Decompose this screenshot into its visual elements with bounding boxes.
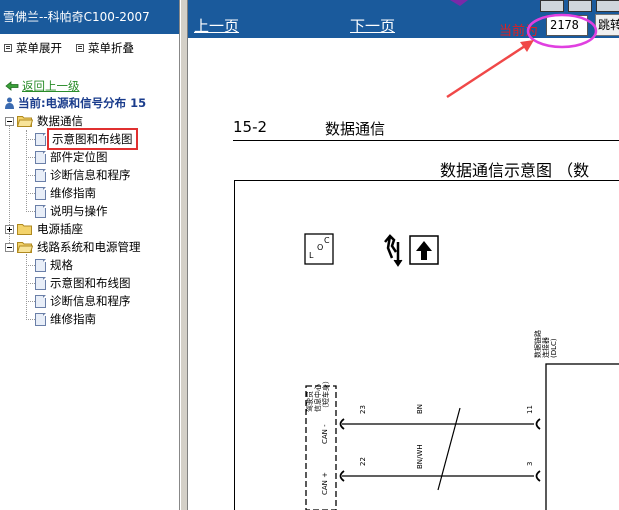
tree-item-wiring-diagnostics[interactable]: 诊断信息和程序 [19, 292, 131, 310]
tree-item-wiring-schematic[interactable]: 示意图和布线图 [19, 274, 131, 292]
tree-item-description[interactable]: 说明与操作 [19, 202, 108, 220]
twisted-pair-marker [437, 407, 461, 491]
current-page-label: 当前为 [499, 24, 539, 39]
svg-text:C: C [324, 236, 330, 245]
collapse-toggle-icon[interactable] [5, 242, 14, 252]
tree-item-label: 维修指南 [50, 186, 96, 200]
tree-item-label: 说明与操作 [50, 204, 108, 218]
tree-item-label: 诊断信息和程序 [50, 294, 131, 308]
jump-button[interactable]: 跳转 [595, 14, 619, 36]
back-link-label: 返回上一级 [22, 79, 80, 93]
document-icon [35, 294, 46, 308]
wiring-diagram: L O C 驾驶员 信息中心 （短车身） CAN - CAN + 数据链路 连接… [304, 233, 619, 510]
tree-item-label: 诊断信息和程序 [50, 168, 131, 182]
sidebar-title: 雪佛兰--科帕奇C100-2007 [0, 0, 179, 34]
back-arrow-icon [5, 81, 19, 91]
section-divider [233, 140, 619, 141]
section-number: 15-2 [233, 118, 268, 136]
svg-text:L: L [309, 251, 314, 260]
terminal-icon [535, 418, 541, 430]
tree-item-label: 部件定位图 [50, 150, 108, 164]
up-arrow-icon [409, 235, 439, 265]
document-icon [35, 168, 46, 182]
document-icon [35, 258, 46, 272]
pin-left-top: 23 [359, 405, 367, 414]
tree-folder-label: 电源插座 [37, 222, 83, 236]
document-icon [35, 150, 46, 164]
document-page: 15-2 数据通信 数据通信示意图 （数 L O C 驾驶员 信息中心 （短车身… [188, 38, 619, 510]
sidebar: 雪佛兰--科帕奇C100-2007 菜单展开 菜单折叠 返回上一级 当前:电源和… [0, 0, 180, 510]
folder-open-icon [16, 241, 34, 253]
document-icon [35, 276, 46, 290]
tree-item-label: 维修指南 [50, 312, 96, 326]
purple-marker-icon [450, 0, 468, 6]
tree-folder-label: 数据通信 [37, 114, 83, 128]
dlc-connector [545, 363, 619, 510]
tree-folder-power-socket[interactable]: 电源插座 [5, 220, 83, 238]
prev-page-link[interactable]: 上一页 [194, 15, 239, 36]
toolbar-tile-icon[interactable] [568, 0, 592, 12]
expand-all-label: 菜单展开 [16, 41, 62, 55]
terminal-icon [535, 470, 541, 482]
section-title: 数据通信 [325, 120, 386, 138]
pin-right-bottom: 3 [526, 462, 534, 466]
document-icon [35, 186, 46, 200]
folder-open-icon [16, 115, 34, 127]
expand-toggle-icon[interactable] [5, 224, 14, 234]
back-link[interactable]: 返回上一级 [5, 78, 80, 94]
document-icon [35, 204, 46, 218]
page-number-input[interactable]: 2178 [546, 15, 588, 36]
tree-folder-data-comm[interactable]: 数据通信 [5, 112, 83, 130]
toolbar-tile-icon[interactable] [540, 0, 564, 12]
tree-item-label: 示意图和布线图 [47, 128, 138, 150]
collapse-toggle-icon[interactable] [5, 116, 14, 126]
tree-item-component-locator[interactable]: 部件定位图 [19, 148, 108, 166]
pane-splitter[interactable] [180, 0, 188, 510]
tree-folder-label: 线路系统和电源管理 [37, 240, 141, 254]
document-icon [35, 312, 46, 326]
tree-item-label: 示意图和布线图 [50, 276, 131, 290]
page-nav-bar: 上一页 下一页 当前为 2178 跳转 [188, 0, 619, 39]
collapse-all-button[interactable]: 菜单折叠 [76, 40, 134, 56]
diagram-title: 数据通信示意图 （数 [440, 161, 590, 180]
can-plus-label: CAN + [321, 472, 329, 495]
toolbar-tile-icon[interactable] [596, 0, 619, 12]
menu-list-icon [4, 44, 12, 52]
wire-bottom-color: BN/WH [416, 444, 424, 469]
can-minus-label: CAN - [321, 424, 329, 444]
pin-right-top: 11 [526, 405, 534, 414]
wire-top-color: BN [416, 404, 424, 414]
tree-item-diagnostics[interactable]: 诊断信息和程序 [19, 166, 131, 184]
tree-item-label: 规格 [50, 258, 73, 272]
current-location-label: 当前:电源和信号分布 15 [18, 96, 147, 110]
expand-all-button[interactable]: 菜单展开 [4, 40, 62, 56]
current-location: 当前:电源和信号分布 15 [4, 95, 146, 111]
tree-item-specs[interactable]: 规格 [19, 256, 73, 274]
tree-folder-wiring[interactable]: 线路系统和电源管理 [5, 238, 141, 256]
locator-icon: L O C [304, 233, 334, 265]
repair-tool-icon [384, 234, 403, 267]
sidebar-toolbar: 菜单展开 菜单折叠 [0, 34, 179, 62]
pin-left-bottom: 22 [359, 457, 367, 466]
svg-text:O: O [317, 243, 323, 252]
right-module-label: 数据链路 连接器 (DLC) [533, 328, 558, 358]
document-icon [35, 132, 46, 146]
app-root: 雪佛兰--科帕奇C100-2007 菜单展开 菜单折叠 返回上一级 当前:电源和… [0, 0, 619, 510]
tree-item-schematic[interactable]: 示意图和布线图 [19, 128, 138, 150]
menu-list-icon [76, 44, 84, 52]
left-module-label: 驾驶员 信息中心 （短车身） [305, 377, 330, 412]
folder-closed-icon [17, 223, 33, 235]
tree-item-repair-guide[interactable]: 维修指南 [19, 184, 96, 202]
tree-item-wiring-repair[interactable]: 维修指南 [19, 310, 96, 328]
collapse-all-label: 菜单折叠 [88, 41, 134, 55]
person-icon [5, 97, 14, 109]
next-page-link[interactable]: 下一页 [350, 15, 395, 36]
